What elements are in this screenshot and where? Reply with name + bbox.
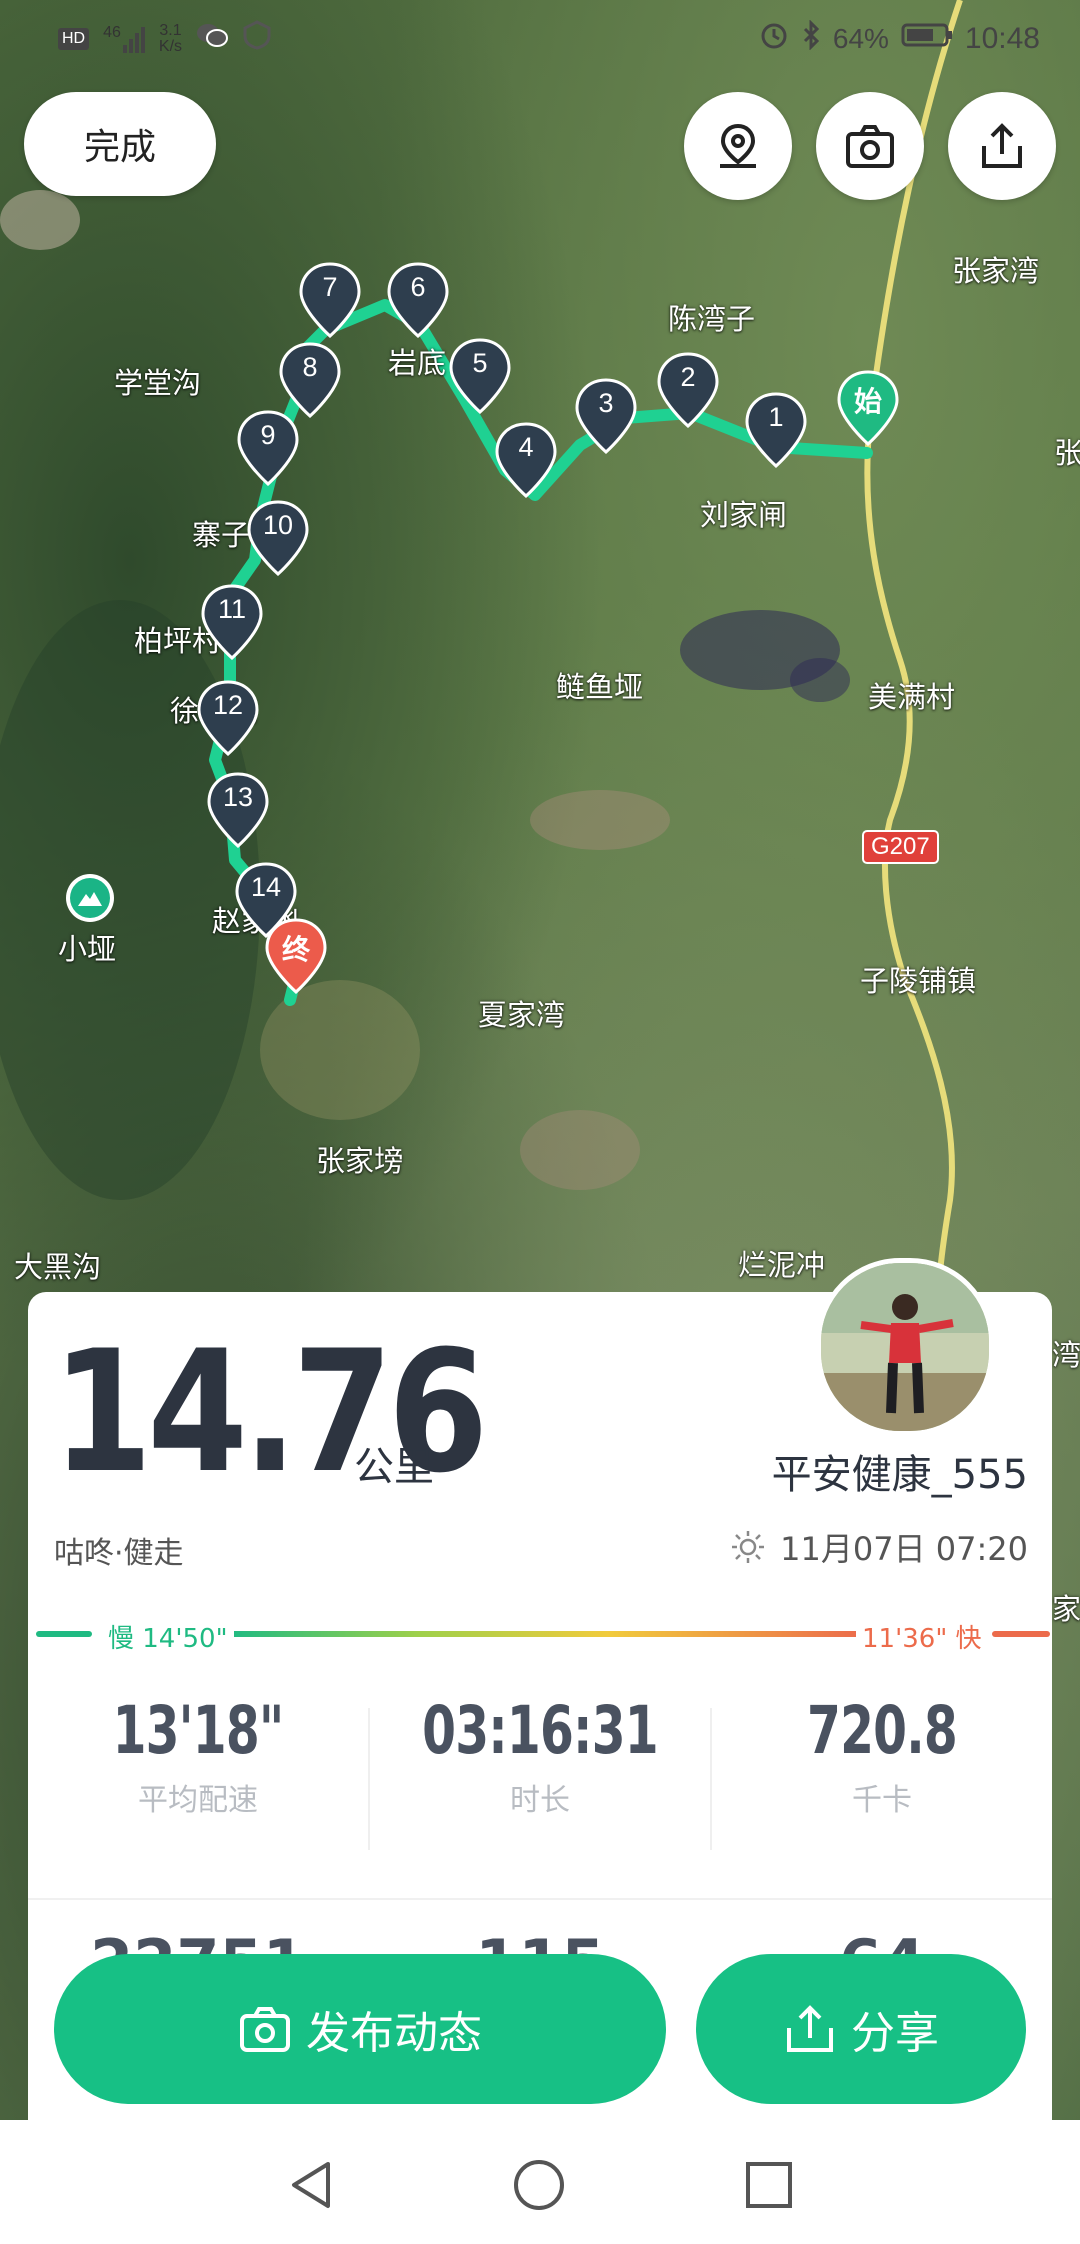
battery-icon [901,22,953,55]
share-icon [982,123,1022,168]
share-icon [787,2005,833,2052]
stat-duration: 03:16:31 时长 [370,1692,710,1819]
place-label: 刘家闸 [700,498,788,532]
mountain-icon[interactable] [66,874,114,922]
start-marker[interactable]: 始 [836,370,900,447]
home-button[interactable] [512,2158,566,2216]
publish-post-button[interactable]: 发布动态 [54,1954,666,2104]
waypoint-marker[interactable]: 2 [656,352,720,429]
clock: 10:48 [964,21,1040,55]
place-label: 大黑沟 [14,1250,102,1284]
place-label: 家 [1052,1592,1080,1626]
place-label: 张 [1054,436,1080,470]
signal-icon: 46 [103,24,145,53]
home-circle-icon [514,2160,564,2210]
waypoint-marker[interactable]: 9 [236,410,300,487]
stat-label: 时长 [510,1783,570,1818]
place-label: 张家塝 [316,1144,404,1178]
username: 平安健康_555 [771,1452,1028,1498]
waypoint-marker[interactable]: 8 [278,342,342,419]
pace-gradient-bar: 慢 14'50" 11'36" 快 [36,1618,1050,1655]
waypoint-marker[interactable]: 1 [744,392,808,469]
alarm-icon [759,20,789,57]
place-label: 美满村 [868,680,956,714]
activity-type: 咕咚·健走 [54,1536,184,1571]
place-label: 湾 [1052,1338,1080,1372]
bluetooth-icon [801,19,821,57]
avatar-photo [821,1263,989,1431]
datetime-row: 11月07日 07:20 [730,1524,1028,1570]
stat-label: 千卡 [852,1783,912,1818]
wechat-icon [196,21,229,56]
publish-label: 发布动态 [306,2008,482,2059]
avatar[interactable] [816,1258,994,1436]
stat-calories: 720.8 千卡 [712,1692,1052,1819]
recents-square-icon [746,2162,792,2208]
back-button[interactable] [284,2158,338,2216]
share-label: 分享 [851,2008,939,2059]
back-triangle-icon [292,2162,330,2208]
waypoint-marker[interactable]: 5 [448,338,512,415]
sun-icon [732,1531,765,1563]
location-pin-icon [720,123,756,168]
hd-badge: HD [58,27,90,50]
place-label: 鲢鱼垭 [556,670,644,704]
end-marker[interactable]: 终 [264,918,328,995]
waypoint-marker[interactable]: 3 [574,378,638,455]
stat-value: 13'18" [112,1692,285,1769]
waypoint-marker[interactable]: 7 [298,262,362,339]
camera-icon [240,2007,290,2052]
waypoint-marker[interactable]: 10 [246,500,310,577]
stat-value: 720.8 [807,1692,958,1769]
pace-slow-label: 慢 14'50" [102,1618,234,1655]
pace-fast-label: 11'36" 快 [856,1618,988,1655]
place-label: 陈湾子 [668,302,756,336]
system-nav-bar [0,2120,1080,2244]
camera-icon [846,125,894,168]
waypoint-marker[interactable]: 13 [206,772,270,849]
place-label: 张家湾 [952,254,1040,288]
distance-unit: 公里 [354,1444,434,1490]
place-label: 寨子 [192,518,251,552]
place-label: 夏家湾 [478,998,566,1032]
stat-label: 平均配速 [138,1783,258,1818]
stat-value: 03:16:31 [422,1692,658,1769]
road-badge: G207 [862,830,939,864]
workout-datetime: 11月07日 07:20 [780,1530,1028,1568]
place-label: 烂泥冲 [738,1248,826,1282]
waypoint-marker[interactable]: 12 [196,680,260,757]
place-label: 小垭 [58,932,117,966]
shield-icon [242,20,272,57]
location-button[interactable] [684,92,792,200]
camera-button[interactable] [816,92,924,200]
waypoint-marker[interactable]: 4 [494,422,558,499]
share-map-button[interactable] [948,92,1056,200]
done-button[interactable]: 完成 [24,92,216,196]
stat-avg-pace: 13'18" 平均配速 [28,1692,368,1819]
waypoint-marker[interactable]: 6 [386,262,450,339]
share-button[interactable]: 分享 [696,1954,1026,2104]
place-label: 岩底 [388,346,447,380]
network-speed: 3.1 K/s [158,21,183,55]
battery-percent: 64% [832,22,889,54]
divider [28,1898,1052,1900]
recents-button[interactable] [742,2158,796,2216]
place-label: 学堂沟 [114,366,202,400]
status-bar: HD 46 3.1 K/s 64% 10:48 [0,0,1080,78]
place-label: 子陵铺镇 [860,964,977,998]
waypoint-marker[interactable]: 11 [200,584,264,661]
